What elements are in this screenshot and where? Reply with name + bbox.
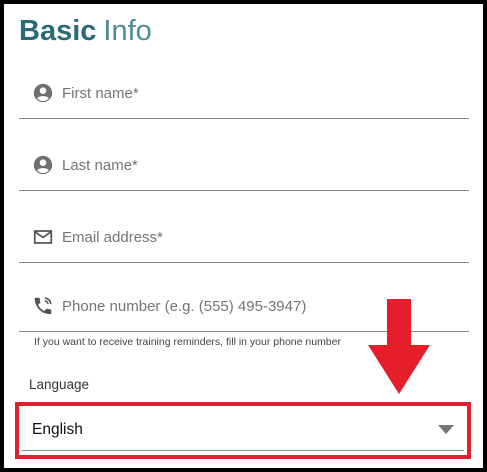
first-name-field[interactable]: First name* xyxy=(19,68,469,119)
language-label: Language xyxy=(29,377,90,392)
basic-info-panel: Basic Info First name* Last name* Email a… xyxy=(4,4,483,468)
page-title-bold: Basic xyxy=(19,15,97,47)
first-name-placeholder: First name* xyxy=(62,85,139,102)
red-arrow-annotation xyxy=(368,299,430,394)
mail-icon xyxy=(33,230,53,244)
language-select[interactable]: English xyxy=(15,402,471,459)
page-title-light: Info xyxy=(103,15,152,47)
phone-hint: If you want to receive training reminder… xyxy=(34,336,341,348)
phone-placeholder: Phone number (e.g. (555) 495-3947) xyxy=(62,298,307,315)
language-selected-value: English xyxy=(32,421,83,438)
dropdown-caret-icon[interactable] xyxy=(438,425,454,434)
email-field[interactable]: Email address* xyxy=(19,212,469,263)
language-select-underline: English xyxy=(22,409,464,451)
last-name-placeholder: Last name* xyxy=(62,157,138,174)
person-icon xyxy=(33,83,53,103)
phone-icon xyxy=(34,297,52,315)
last-name-field[interactable]: Last name* xyxy=(19,140,469,191)
person-icon xyxy=(33,155,53,175)
email-placeholder: Email address* xyxy=(62,229,163,246)
page-title: Basic Info xyxy=(19,12,152,50)
